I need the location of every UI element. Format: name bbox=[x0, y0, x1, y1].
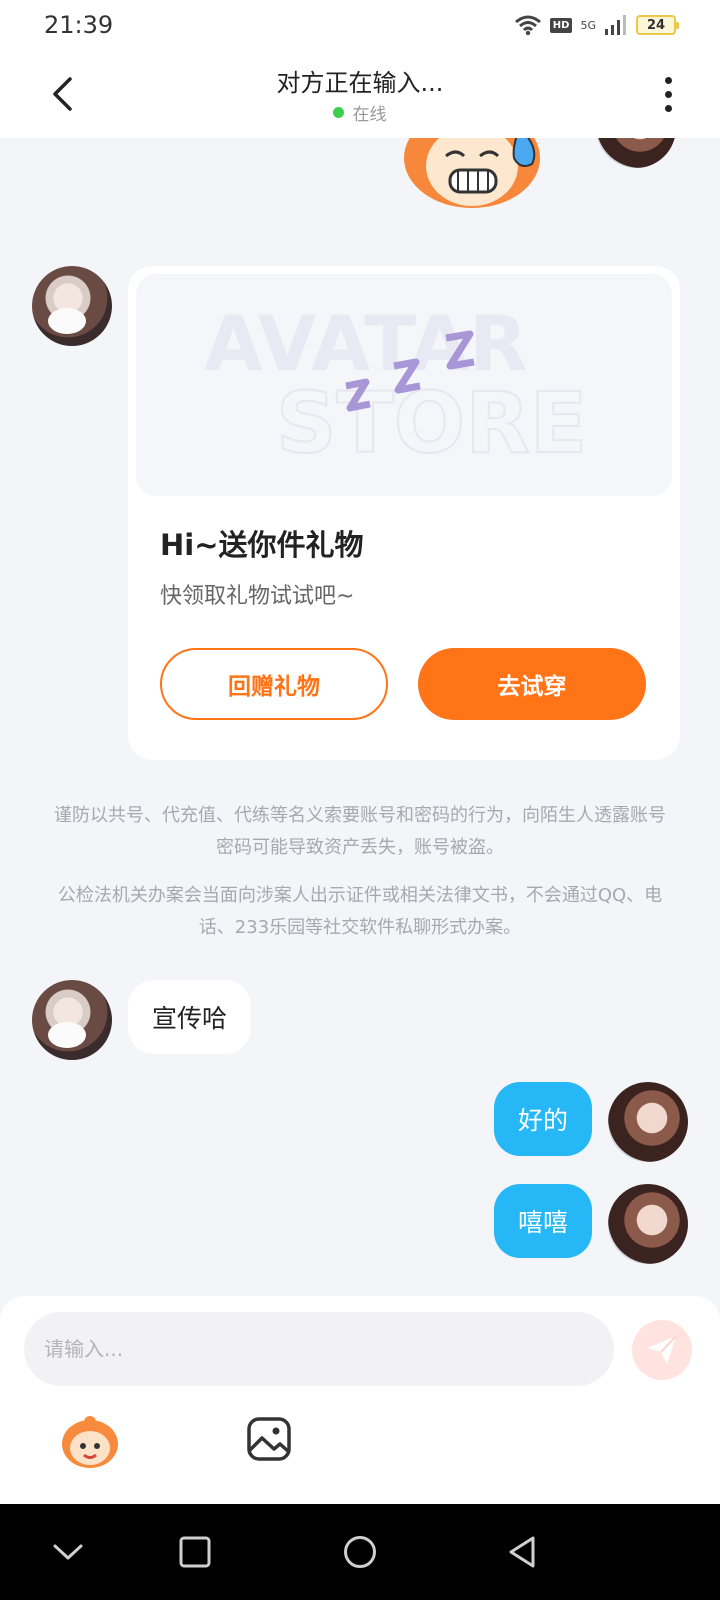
hd-badge: HD bbox=[549, 17, 573, 33]
header-center: 对方正在输入... 在线 bbox=[277, 63, 444, 125]
outgoing-message[interactable]: 好的 bbox=[493, 1082, 592, 1156]
sticker-image[interactable] bbox=[400, 138, 560, 228]
triangle-back-icon bbox=[509, 1536, 535, 1568]
gift-banner: AVATAR STORE bbox=[136, 274, 672, 496]
network-type: 5G bbox=[580, 18, 596, 32]
battery-indicator: 24 bbox=[636, 15, 679, 35]
my-avatar[interactable] bbox=[608, 1082, 688, 1162]
signal-icon bbox=[605, 15, 626, 35]
image-picker-button[interactable] bbox=[246, 1416, 292, 1462]
send-icon bbox=[648, 1335, 677, 1364]
input-panel bbox=[0, 1296, 720, 1504]
contact-avatar[interactable] bbox=[32, 266, 112, 346]
online-status: 在线 bbox=[333, 100, 386, 125]
square-icon bbox=[179, 1536, 211, 1568]
chat-header: 对方正在输入... 在线 bbox=[0, 50, 720, 138]
emoji-button[interactable] bbox=[60, 1414, 120, 1470]
nav-hide-keyboard-button[interactable] bbox=[44, 1528, 92, 1576]
incoming-message[interactable]: 宣传哈 bbox=[128, 980, 252, 1054]
page-title: 对方正在输入... bbox=[276, 69, 444, 97]
gift-card[interactable]: AVATAR STORE Hi~送你件礼物 快领取礼物试试吧~ 回赠礼物 去试穿 bbox=[128, 266, 680, 760]
wifi-icon bbox=[514, 15, 541, 36]
outgoing-message[interactable]: 嘻嘻 bbox=[493, 1184, 592, 1258]
more-dot bbox=[664, 76, 672, 84]
status-time: 21:39 bbox=[44, 11, 114, 39]
send-button[interactable] bbox=[632, 1320, 692, 1380]
nav-back-button[interactable] bbox=[498, 1528, 546, 1576]
circle-icon bbox=[344, 1536, 376, 1568]
more-dot bbox=[664, 90, 672, 98]
more-options-button[interactable] bbox=[656, 68, 680, 120]
status-indicators: HD 5G 24 bbox=[514, 14, 679, 36]
safety-notice: 公检法机关办案会当面向涉案人出示证件或相关法律文书，不会通过QQ、电话、233乐… bbox=[57, 885, 663, 938]
message-input[interactable] bbox=[24, 1312, 614, 1386]
gift-subtitle: 快领取礼物试试吧~ bbox=[160, 584, 355, 609]
try-on-button[interactable]: 去试穿 bbox=[418, 648, 646, 720]
online-dot bbox=[333, 107, 345, 118]
system-nav-bar bbox=[0, 1504, 720, 1600]
sleeping-z-icon bbox=[345, 330, 475, 412]
status-bar: 21:39 HD 5G 24 bbox=[0, 0, 720, 50]
chevron-left-icon bbox=[53, 77, 72, 111]
back-button[interactable] bbox=[44, 70, 80, 118]
safety-notice: 谨防以共号、代充值、代练等名义索要账号和密码的行为，向陌生人透露账号密码可能导致… bbox=[54, 805, 666, 858]
my-avatar[interactable] bbox=[608, 1184, 688, 1264]
contact-avatar[interactable] bbox=[32, 980, 112, 1060]
nav-home-button[interactable] bbox=[336, 1528, 384, 1576]
chat-messages[interactable]: AVATAR STORE Hi~送你件礼物 快领取礼物试试吧~ 回赠礼物 去试穿… bbox=[0, 138, 720, 1300]
online-status-label: 在线 bbox=[352, 105, 387, 125]
return-gift-button[interactable]: 回赠礼物 bbox=[160, 648, 388, 720]
nav-recents-button[interactable] bbox=[171, 1528, 219, 1576]
my-avatar[interactable] bbox=[596, 138, 676, 168]
chevron-down-icon bbox=[53, 1544, 83, 1560]
more-dot bbox=[664, 104, 672, 112]
gift-title: Hi~送你件礼物 bbox=[160, 528, 364, 562]
